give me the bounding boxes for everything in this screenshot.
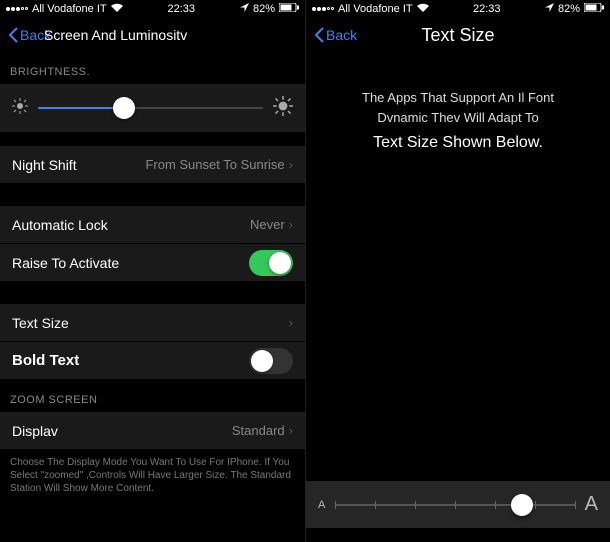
zoom-header: ZOOM SCREEN [0, 380, 305, 412]
night-shift-label: Night Shift [12, 157, 77, 173]
status-time: 22:33 [168, 3, 196, 15]
raise-toggle[interactable] [249, 250, 293, 276]
bold-text-toggle[interactable] [249, 348, 293, 374]
status-right: 82% [545, 3, 604, 15]
status-bar: All Vodafone IT 22:33 82% [306, 0, 610, 18]
auto-lock-value: Never › [250, 217, 293, 232]
nav-bar: Back Screen And Luminositv [0, 18, 305, 52]
wifi-icon [417, 3, 429, 15]
display-row[interactable]: Displav Standard › [0, 412, 305, 450]
display-label: Displav [12, 423, 58, 439]
battery-icon [584, 3, 604, 15]
brightness-slider[interactable] [38, 107, 263, 109]
screen-text-size: All Vodafone IT 22:33 82% Back Text Size… [305, 0, 610, 542]
text-size-label: Text Size [12, 315, 69, 331]
chevron-left-icon [314, 27, 324, 43]
wifi-icon [111, 3, 123, 15]
text-size-slider-area: A A [306, 481, 610, 528]
night-shift-value: From Sunset To Sunrise › [145, 157, 293, 172]
page-title: Screen And Luminositv [44, 27, 187, 43]
status-left: All Vodafone IT [312, 3, 429, 15]
bold-text-row: Bold Text [0, 342, 305, 380]
nav-bar: Back Text Size [306, 18, 610, 52]
text-size-slider[interactable]: A A [318, 493, 598, 516]
back-label: Back [326, 27, 357, 43]
chevron-right-icon: › [289, 217, 293, 232]
location-icon [545, 3, 554, 15]
battery-pct: 82% [253, 3, 275, 15]
info-text: The Apps That Support An Il Font Dvnamic… [306, 52, 610, 155]
brightness-header: BRIGHTNESS. [0, 52, 305, 84]
status-time: 22:33 [473, 3, 501, 15]
bold-text-label: Bold Text [12, 352, 79, 369]
chevron-right-icon: › [289, 423, 293, 438]
carrier-label: All Vodafone IT [338, 3, 413, 15]
text-size-row[interactable]: Text Size › [0, 304, 305, 342]
auto-lock-label: Automatic Lock [12, 217, 108, 233]
chevron-right-icon: › [289, 315, 293, 330]
back-button[interactable]: Back [314, 27, 357, 43]
auto-lock-row[interactable]: Automatic Lock Never › [0, 206, 305, 244]
slider-thumb[interactable] [113, 97, 135, 119]
page-title: Text Size [421, 25, 494, 46]
raise-label: Raise To Activate [12, 255, 119, 271]
display-value: Standard › [232, 423, 293, 438]
text-slider-track[interactable] [335, 504, 574, 506]
status-right: 82% [240, 3, 299, 15]
status-bar: All Vodafone IT 22:33 82% [0, 0, 305, 18]
raise-row: Raise To Activate [0, 244, 305, 282]
zoom-footer: Choose The Display Mode You Want To Use … [0, 450, 305, 501]
info-line-3: Text Size Shown Below. [322, 131, 594, 155]
sun-large-icon [273, 96, 293, 121]
sun-small-icon [12, 98, 28, 119]
signal-icon [312, 7, 334, 11]
chevron-right-icon: › [289, 157, 293, 172]
signal-icon [6, 7, 28, 11]
night-shift-row[interactable]: Night Shift From Sunset To Sunrise › [0, 146, 305, 184]
location-icon [240, 3, 249, 15]
brightness-slider-row [0, 84, 305, 132]
battery-pct: 82% [558, 3, 580, 15]
carrier-label: All Vodafone IT [32, 3, 107, 15]
battery-icon [279, 3, 299, 15]
small-a-label: A [318, 499, 325, 511]
screen-display-settings: All Vodafone IT 22:33 82% Back Screen An… [0, 0, 305, 542]
large-a-label: A [585, 493, 598, 516]
info-line-1: The Apps That Support An Il Font [362, 90, 554, 105]
chevron-left-icon [8, 27, 18, 43]
status-left: All Vodafone IT [6, 3, 123, 15]
text-slider-thumb[interactable] [511, 494, 533, 516]
slider-fill [38, 107, 124, 109]
info-line-2: Dvnamic Thev Will Adapt To [377, 110, 538, 125]
